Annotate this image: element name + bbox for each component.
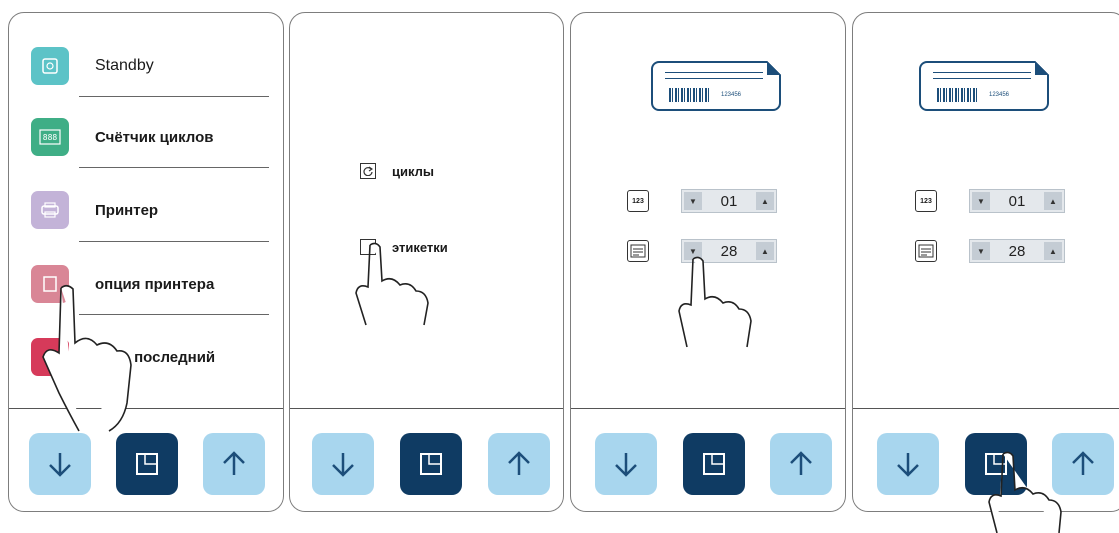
printer-icon [31,191,69,229]
select-icon [703,453,725,475]
stepper-row-counter: 123 ▼ 01 ▲ [627,189,777,213]
standby-icon [31,47,69,85]
label-preview: 123456 [919,61,1049,111]
divider [853,408,1119,409]
barcode-icon [937,88,977,102]
up-button[interactable] [1052,433,1114,495]
select-button[interactable] [400,433,462,495]
svg-text:888: 888 [43,133,58,142]
printer-option-icon [31,265,69,303]
label-size-icon [915,240,937,262]
increment-button[interactable]: ▲ [756,242,774,260]
counter-stepper[interactable]: ▼ 01 ▲ [969,189,1065,213]
down-button[interactable] [877,433,939,495]
divider [79,96,269,97]
menu-label: Принтер [95,201,159,219]
increment-button[interactable]: ▲ [1044,242,1062,260]
select-button[interactable] [965,433,1027,495]
arrow-down-icon [897,453,919,477]
option-cycles[interactable]: циклы [360,163,434,179]
stepper-value: 01 [1008,192,1026,210]
decrement-button[interactable]: ▼ [684,242,702,260]
pointing-hand-icon [678,256,752,348]
menu-item-printer-option[interactable]: опция принтера [31,264,273,304]
labels-stepper[interactable]: ▼ 28 ▲ [969,239,1065,263]
label-preview: 123456 [651,61,781,111]
label-number: 123456 [721,92,742,98]
select-icon [420,453,442,475]
divider [79,167,269,168]
counter-icon: 123 [915,190,937,212]
increment-button[interactable]: ▲ [1044,192,1062,210]
menu-label: опция принтера [95,275,215,293]
up-button[interactable] [488,433,550,495]
decrement-button[interactable]: ▼ [684,192,702,210]
menu-label: Standby [95,57,154,74]
screen-panel-confirm: 123456 123 ▼ 01 ▲ ▼ 28 ▲ [852,12,1119,512]
menu-item-print-last[interactable]: ать последний [31,337,273,377]
select-button[interactable] [683,433,745,495]
label-number: 123456 [989,92,1010,98]
divider [79,314,269,315]
print-last-icon [31,338,69,376]
arrow-down-icon [615,453,637,477]
barcode-icon [669,88,709,102]
labels-stepper[interactable]: ▼ 28 ▲ [681,239,777,263]
up-button[interactable] [203,433,265,495]
up-button[interactable] [770,433,832,495]
stepper-row-counter: 123 ▼ 01 ▲ [915,189,1065,213]
counter-icon: 123 [627,190,649,212]
select-icon [985,453,1007,475]
screen-panel-options: циклы этикетки [289,12,564,512]
arrow-down-icon [49,453,71,477]
stepper-value: 01 [720,192,738,210]
menu-label: ать последний [105,348,216,366]
select-button[interactable] [116,433,178,495]
stepper-value: 28 [1008,242,1026,260]
arrow-up-icon [508,451,530,475]
arrow-down-icon [332,453,354,477]
stepper-row-labels: ▼ 28 ▲ [915,239,1065,263]
screen-panel-label-settings: 123456 123 ▼ 01 ▲ ▼ 28 ▲ [570,12,846,512]
menu-item-cycle-counter[interactable]: 888 Счётчик циклов [31,117,273,157]
cycle-counter-icon: 888 [31,118,69,156]
menu-label: Счётчик циклов [95,128,214,146]
option-label: циклы [392,163,435,179]
divider [571,408,845,409]
divider [9,408,283,409]
labels-icon [360,239,376,255]
arrow-up-icon [1072,451,1094,475]
option-label: этикетки [392,239,448,255]
option-labels[interactable]: этикетки [360,239,448,255]
increment-button[interactable]: ▲ [756,192,774,210]
screen-panel-menu: Standby 888 Счётчик циклов Принтер опция… [8,12,284,512]
down-button[interactable] [29,433,91,495]
menu-item-standby[interactable]: Standby [31,46,273,86]
arrow-up-icon [790,451,812,475]
label-size-icon [627,240,649,262]
down-button[interactable] [595,433,657,495]
decrement-button[interactable]: ▼ [972,242,990,260]
select-icon [136,453,158,475]
down-button[interactable] [312,433,374,495]
stepper-value: 28 [720,242,738,260]
arrow-up-icon [223,451,245,475]
divider [79,241,269,242]
menu-item-printer[interactable]: Принтер [31,190,273,230]
divider [290,408,563,409]
stepper-row-labels: ▼ 28 ▲ [627,239,777,263]
decrement-button[interactable]: ▼ [972,192,990,210]
counter-stepper[interactable]: ▼ 01 ▲ [681,189,777,213]
cycles-icon [360,163,376,179]
